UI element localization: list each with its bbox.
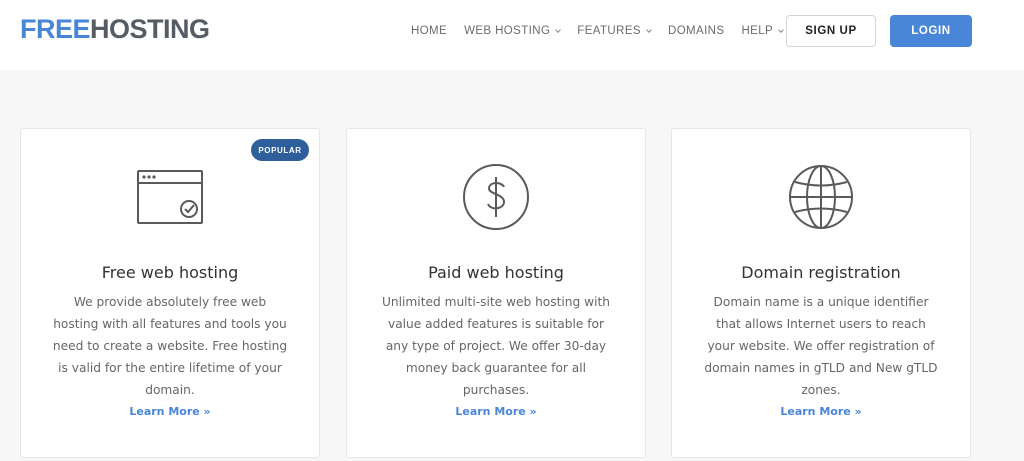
- login-button[interactable]: LOGIN: [890, 15, 972, 47]
- popular-badge: POPULAR: [251, 139, 309, 161]
- dollar-circle-icon: [463, 164, 529, 230]
- card-description: We provide absolutely free web hosting w…: [52, 295, 288, 397]
- nav-item-domains[interactable]: DOMAINS: [668, 25, 724, 37]
- chevron-down-icon: [646, 26, 652, 33]
- site-header: FREEHOSTING HOME WEB HOSTING FEATURES DO…: [0, 0, 1024, 70]
- nav-item-help[interactable]: HELP: [741, 25, 784, 37]
- globe-icon: [789, 165, 853, 229]
- main-nav: HOME WEB HOSTING FEATURES DOMAINS HELP: [411, 24, 800, 38]
- nav-item-label: HOME: [411, 25, 448, 37]
- sign-up-button[interactable]: SIGN UP: [786, 15, 876, 47]
- card-title: Free web hosting: [101, 263, 239, 282]
- feature-card-paid-hosting: Paid web hosting Unlimited multi-site we…: [346, 128, 646, 458]
- logo-part-hosting: HOSTING: [90, 14, 210, 44]
- logo-part-free: FREE: [20, 14, 91, 44]
- nav-item-label: DOMAINS: [667, 25, 725, 37]
- nav-item-label: FEATURES: [577, 25, 641, 37]
- nav-item-label: HELP: [741, 25, 774, 37]
- feature-card-domain-registration: Domain registration Domain name is a uni…: [671, 128, 971, 458]
- learn-more-link[interactable]: Learn More »: [21, 405, 319, 418]
- card-title: Domain registration: [741, 263, 901, 282]
- chevron-down-icon: [555, 26, 562, 33]
- nav-item-web-hosting[interactable]: WEB HOSTING: [464, 25, 562, 37]
- site-logo[interactable]: FREEHOSTING: [20, 14, 210, 45]
- card-description: Domain name is a unique identifier that …: [704, 295, 938, 397]
- feature-card-free-hosting: POPULAR Free web hosting We provide abso…: [20, 128, 320, 458]
- card-title: Paid web hosting: [428, 263, 564, 282]
- card-description: Unlimited multi-site web hosting with va…: [382, 295, 610, 397]
- chevron-down-icon: [778, 26, 784, 33]
- learn-more-link[interactable]: Learn More »: [347, 405, 645, 418]
- nav-item-features[interactable]: FEATURES: [577, 25, 652, 37]
- browser-check-icon: [137, 170, 203, 224]
- learn-more-link[interactable]: Learn More »: [672, 405, 970, 418]
- nav-item-home[interactable]: HOME: [411, 25, 447, 37]
- nav-item-label: WEB HOSTING: [464, 25, 551, 37]
